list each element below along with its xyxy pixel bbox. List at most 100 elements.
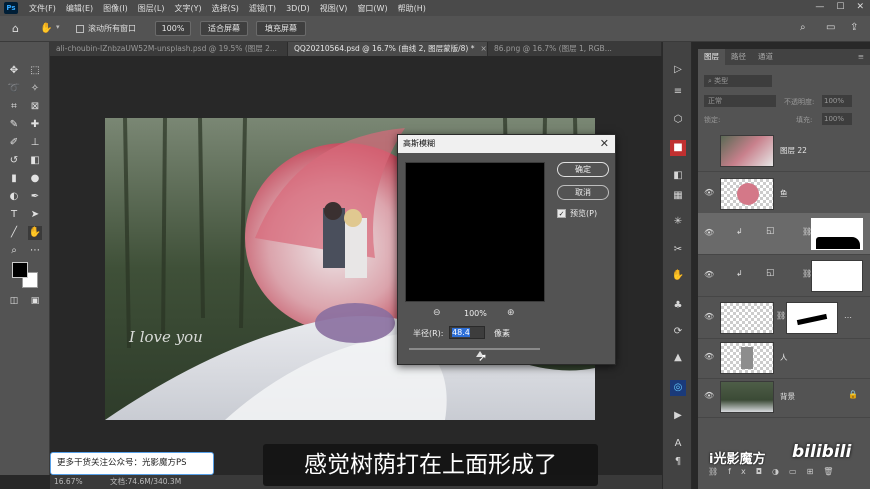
layer-row-selected[interactable]: 👁 ↲ ◱ ⛓: [698, 213, 870, 255]
panel-menu-icon[interactable]: ≡: [852, 49, 870, 65]
cancel-button[interactable]: 取消: [557, 185, 609, 200]
status-zoom[interactable]: 16.67%: [54, 475, 83, 489]
menu-type[interactable]: 文字(Y): [169, 3, 206, 14]
color-icon[interactable]: ■: [670, 140, 686, 156]
tab-layers[interactable]: 图层: [698, 49, 725, 65]
layer-row[interactable]: 👁 ↲ ◱ ⛓: [698, 255, 870, 297]
crop-tool-icon[interactable]: ⌗: [7, 100, 21, 114]
line-tool-icon[interactable]: ╱: [7, 226, 21, 240]
adjustment-layer-icon[interactable]: ◑: [772, 467, 789, 476]
screen-mode-icon[interactable]: ▣: [28, 294, 42, 308]
menu-select[interactable]: 选择(S): [207, 3, 244, 14]
visibility-toggle[interactable]: [704, 145, 714, 155]
minimize-button[interactable]: —: [815, 2, 824, 12]
layer-row[interactable]: 图层 22: [698, 130, 870, 172]
history-brush-icon[interactable]: ↺: [7, 154, 21, 168]
layer-mask-thumbnail[interactable]: [811, 260, 863, 292]
hand-tool-icon[interactable]: ✋: [28, 226, 42, 240]
pen-tool-icon[interactable]: ✒: [28, 190, 42, 204]
brush-settings-icon[interactable]: ✳: [670, 214, 686, 230]
radius-slider-track[interactable]: [409, 348, 540, 350]
foreground-color-swatch-top[interactable]: [12, 262, 28, 278]
tab-channels[interactable]: 通道: [752, 49, 779, 65]
tool-presets-icon[interactable]: ✂: [670, 242, 686, 258]
swatches-icon[interactable]: ▦: [670, 188, 686, 204]
zoom-in-icon[interactable]: ⊕: [507, 308, 515, 318]
histogram-icon[interactable]: ▲: [670, 350, 686, 366]
paragraph-icon[interactable]: ¶: [670, 454, 686, 470]
marquee-tool-icon[interactable]: ⬚: [28, 64, 42, 78]
glyphs-icon[interactable]: ♣: [670, 298, 686, 314]
search-icon[interactable]: ⌕: [800, 22, 806, 33]
quick-mask-icon[interactable]: ◫: [7, 294, 21, 308]
tab-document-2[interactable]: QQ20210564.psd @ 16.7% (曲线 2, 图层蒙版/8) * ×: [288, 42, 488, 56]
gradient-tool-icon[interactable]: ▮: [7, 172, 21, 186]
radius-input[interactable]: 48.4: [449, 326, 485, 339]
move-tool-icon[interactable]: ✥: [7, 64, 21, 78]
blur-preview[interactable]: [405, 162, 545, 302]
tab-document-1[interactable]: ali-choubin-IZnbzaUW52M-unsplash.psd @ 1…: [50, 42, 288, 56]
3d-cube-icon[interactable]: ⬡: [670, 112, 686, 128]
delete-icon[interactable]: 🗑: [823, 467, 843, 476]
ok-button[interactable]: 确定: [557, 162, 609, 177]
history-icon[interactable]: ▷: [670, 62, 686, 78]
eye-icon[interactable]: 👁: [704, 228, 714, 238]
healing-brush-icon[interactable]: ✚: [28, 118, 42, 132]
layer-row[interactable]: 👁 鱼: [698, 173, 870, 215]
stamp-tool-icon[interactable]: ⊥: [28, 136, 42, 150]
chevron-down-icon[interactable]: ▾: [56, 23, 60, 31]
path-select-icon[interactable]: ➤: [28, 208, 42, 222]
brush-tool-icon[interactable]: ✐: [7, 136, 21, 150]
eye-icon[interactable]: 👁: [704, 270, 714, 280]
scroll-all-checkbox[interactable]: [76, 25, 84, 33]
layer-mask-thumbnail[interactable]: [786, 302, 838, 334]
blend-mode-select[interactable]: 正常: [704, 95, 776, 107]
preview-checkbox[interactable]: ✓: [557, 209, 566, 218]
group-icon[interactable]: ▭: [789, 467, 807, 476]
hand-tool-icon[interactable]: ✋: [40, 22, 54, 36]
zoom-100-button[interactable]: 100%: [155, 21, 191, 36]
zoom-out-icon[interactable]: ⊖: [433, 308, 441, 318]
menu-view[interactable]: 视图(V): [315, 3, 353, 14]
close-window-button[interactable]: ✕: [856, 2, 864, 12]
workspace-icon[interactable]: ▭: [826, 22, 835, 33]
close-tab-icon[interactable]: ×: [480, 44, 486, 53]
frame-tool-icon[interactable]: ⊠: [28, 100, 42, 114]
tab-paths[interactable]: 路径: [725, 49, 752, 65]
menu-help[interactable]: 帮助(H): [393, 3, 431, 14]
fit-screen-button[interactable]: 适合屏幕: [200, 21, 248, 36]
layer-filter-input[interactable]: ⌕ 类型: [704, 75, 772, 87]
fx-icon[interactable]: fx: [728, 467, 756, 476]
menu-edit[interactable]: 编辑(E): [61, 3, 98, 14]
tab-document-3[interactable]: 86.png @ 16.7% (图层 1, RGB...: [488, 42, 662, 56]
eraser-tool-icon[interactable]: ◧: [28, 154, 42, 168]
menu-3d[interactable]: 3D(D): [281, 4, 315, 13]
dialog-titlebar[interactable]: 高斯模糊 ✕: [398, 135, 615, 153]
menu-image[interactable]: 图像(I): [98, 3, 133, 14]
maximize-button[interactable]: ☐: [836, 2, 844, 12]
layer-row[interactable]: 👁 背景 🔒: [698, 376, 870, 418]
new-layer-icon[interactable]: ⊞: [807, 467, 824, 476]
eye-icon[interactable]: 👁: [704, 391, 714, 401]
type-tool-icon[interactable]: T: [7, 208, 21, 222]
fill-input[interactable]: 100%: [822, 113, 852, 125]
eye-icon[interactable]: 👁: [704, 188, 714, 198]
opacity-input[interactable]: 100%: [822, 95, 852, 107]
adjustments-icon[interactable]: ≡: [670, 84, 686, 100]
menu-window[interactable]: 窗口(W): [352, 3, 392, 14]
timeline-icon[interactable]: ⟳: [670, 324, 686, 340]
zoom-tool-icon[interactable]: ⌕: [7, 244, 21, 258]
menu-file[interactable]: 文件(F): [24, 3, 61, 14]
menu-filter[interactable]: 滤镜(T): [244, 3, 281, 14]
blur-tool-icon[interactable]: ●: [28, 172, 42, 186]
lasso-tool-icon[interactable]: ➰: [7, 82, 21, 96]
add-mask-icon[interactable]: ◘: [756, 467, 772, 476]
menu-layer[interactable]: 图层(L): [133, 3, 170, 14]
magic-wand-icon[interactable]: ✧: [28, 82, 42, 96]
character-icon[interactable]: A: [670, 436, 686, 452]
gradient-icon[interactable]: ◧: [670, 168, 686, 184]
fill-screen-button[interactable]: 填充屏幕: [256, 21, 306, 36]
navigator-icon[interactable]: ◎: [670, 380, 686, 396]
home-icon[interactable]: ⌂: [12, 22, 26, 36]
eyedropper-icon[interactable]: ✎: [7, 118, 21, 132]
